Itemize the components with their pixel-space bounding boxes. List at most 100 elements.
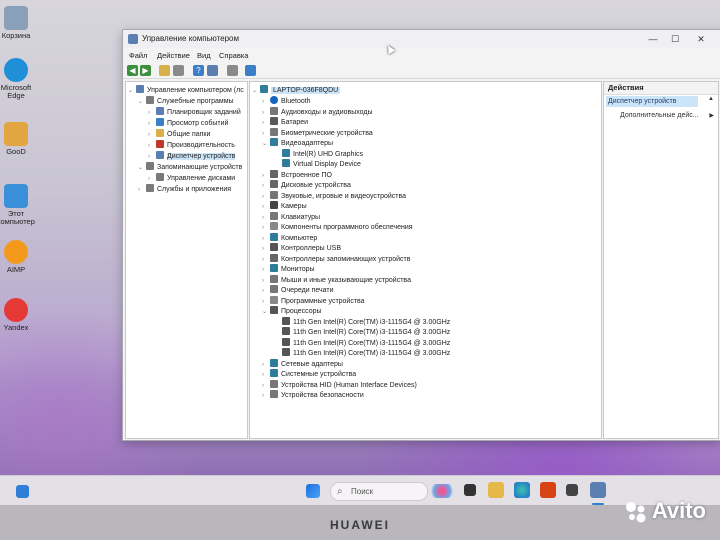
minimize-button[interactable]: —: [641, 32, 665, 46]
device-category[interactable]: › Встроенное ПО: [262, 169, 332, 181]
menu-help[interactable]: Справка: [219, 51, 248, 60]
collapse-arrow-icon[interactable]: ▲: [708, 96, 714, 102]
collapse-chevron-icon[interactable]: ⌄: [252, 86, 260, 97]
start-windows-icon[interactable]: [306, 484, 320, 498]
device-category[interactable]: › Аудиовходы и аудиовыходы: [262, 106, 373, 118]
copilot-icon[interactable]: [430, 484, 454, 498]
up-folder-icon[interactable]: [159, 65, 170, 76]
device-icon: [270, 201, 278, 209]
device-item[interactable]: 11th Gen Intel(R) Core(TM) i3-1115G4 @ 3…: [274, 327, 450, 338]
device-category[interactable]: › Компоненты программного обеспечения: [262, 222, 413, 233]
title-bar[interactable]: Управление компьютером — ☐ ✕: [123, 30, 720, 48]
device-category[interactable]: › Камеры: [262, 201, 307, 212]
back-arrow-icon[interactable]: ◀: [127, 65, 138, 76]
window-title: Управление компьютером: [142, 34, 239, 43]
widgets-icon[interactable]: [16, 485, 29, 498]
expand-chevron-icon[interactable]: ⌄: [138, 97, 146, 108]
device-category[interactable]: › Контроллеры запоминающих устройств: [262, 253, 411, 265]
device-icon: [282, 148, 290, 157]
task-view-icon[interactable]: [464, 484, 476, 496]
expand-chevron-icon[interactable]: ⌄: [138, 163, 146, 174]
submenu-arrow-icon[interactable]: ▶: [709, 112, 714, 119]
console-tree-item[interactable]: ⌄ Управление компьютером (лс: [128, 85, 244, 96]
expand-chevron-icon[interactable]: ⌄: [128, 86, 136, 97]
close-button[interactable]: ✕: [689, 32, 713, 46]
store-icon[interactable]: [540, 482, 556, 498]
device-category[interactable]: › Батареи: [262, 117, 308, 128]
forward-arrow-icon[interactable]: ▶: [140, 65, 151, 76]
console-tree-item[interactable]: › Планировщик заданий: [148, 107, 241, 118]
device-item[interactable]: 11th Gen Intel(R) Core(TM) i3-1115G4 @ 3…: [274, 316, 451, 328]
properties-icon[interactable]: [207, 65, 218, 76]
console-tree-item[interactable]: › Диспетчер устройств: [148, 151, 236, 162]
help-icon[interactable]: ?: [193, 65, 204, 76]
console-tree-item[interactable]: ⌄ Запоминающие устройств: [138, 162, 242, 173]
console-tree-item[interactable]: › Службы и приложения: [138, 184, 231, 195]
device-label: 11th Gen Intel(R) Core(TM) i3-1115G4 @ 3…: [293, 350, 451, 357]
desktop-shortcut[interactable]: GooD: [0, 122, 40, 156]
device-item[interactable]: 11th Gen Intel(R) Core(TM) i3-1115G4 @ 3…: [274, 337, 450, 349]
device-icon: [282, 337, 290, 346]
device-label: Мыши и иные указывающие устройства: [281, 276, 411, 284]
device-label: Системные устройства: [281, 371, 357, 378]
print-icon[interactable]: [227, 65, 238, 76]
computer-management-taskbar-icon[interactable]: [590, 482, 606, 498]
device-label: Устройства безопасности: [281, 392, 364, 399]
device-category[interactable]: › Клавиатуры: [262, 211, 320, 223]
console-tree-item[interactable]: › Просмотр событий: [148, 118, 228, 129]
menu-file[interactable]: Файл: [129, 51, 147, 60]
device-icon: [270, 264, 278, 272]
actions-section-device-manager[interactable]: Диспетчер устройств: [606, 96, 698, 107]
collapse-chevron-icon[interactable]: ⌄: [262, 307, 270, 318]
device-item[interactable]: 11th Gen Intel(R) Core(TM) i3-1115G4 @ 3…: [274, 348, 450, 359]
console-tree-item[interactable]: › Производительность: [148, 140, 235, 151]
device-item[interactable]: Virtual Display Device: [274, 159, 361, 170]
console-tree-item[interactable]: › Управление дисками: [148, 173, 235, 184]
expand-chevron-icon[interactable]: ›: [262, 391, 270, 402]
more-actions-link[interactable]: Дополнительные дейс...: [620, 112, 699, 119]
device-tree-root[interactable]: ⌄ LAPTOP-036F8QDU: [252, 85, 341, 97]
collapse-chevron-icon[interactable]: ⌄: [262, 139, 270, 150]
device-category[interactable]: › Сетевые адаптеры: [262, 358, 343, 370]
device-category[interactable]: ⌄ Процессоры: [262, 306, 322, 317]
device-label: 11th Gen Intel(R) Core(TM) i3-1115G4 @ 3…: [293, 318, 451, 326]
console-tree-item[interactable]: ⌄ Служебные программы: [138, 96, 234, 107]
device-category[interactable]: › Системные устройства: [262, 369, 356, 380]
device-category[interactable]: › Звуковые, игровые и видеоустройства: [262, 190, 406, 202]
device-category[interactable]: › Bluetooth: [262, 96, 311, 107]
device-category[interactable]: › Контроллеры USB: [262, 243, 341, 254]
expand-chevron-icon[interactable]: ›: [138, 185, 146, 196]
file-explorer-icon[interactable]: [488, 482, 504, 498]
menu-action[interactable]: Действие: [157, 51, 190, 60]
monitor-icon[interactable]: [245, 65, 256, 76]
desktop-shortcut[interactable]: AIMP: [0, 240, 40, 274]
desktop-shortcut[interactable]: Microsoft Edge: [0, 58, 40, 100]
device-icon: [270, 243, 278, 251]
device-label: Virtual Display Device: [293, 161, 361, 168]
maximize-button[interactable]: ☐: [663, 32, 687, 46]
device-category[interactable]: › Устройства HID (Human Interface Devices…: [262, 379, 417, 391]
desktop-shortcut[interactable]: Корзина: [0, 6, 40, 40]
device-category[interactable]: › Мониторы: [262, 264, 315, 275]
device-category[interactable]: › Биометрические устройства: [262, 127, 373, 139]
device-category[interactable]: › Программные устройства: [262, 295, 365, 307]
device-label: Дисковые устройства: [281, 182, 351, 189]
menu-view[interactable]: Вид: [197, 51, 211, 60]
device-category[interactable]: › Очереди печати: [262, 285, 334, 296]
device-category[interactable]: › Компьютер: [262, 232, 317, 244]
device-category[interactable]: ⌄ Видеоадаптеры: [262, 138, 333, 149]
good-folder-icon: [4, 122, 28, 146]
monitor-app-icon[interactable]: [566, 484, 578, 496]
edge-icon[interactable]: [514, 482, 530, 498]
device-item[interactable]: Intel(R) UHD Graphics: [274, 148, 363, 160]
device-category[interactable]: › Устройства безопасности: [262, 390, 364, 401]
device-category[interactable]: › Мыши и иные указывающие устройства: [262, 274, 411, 286]
desktop-shortcut[interactable]: Yandex: [0, 298, 40, 332]
computer-name: LAPTOP-036F8QDU: [271, 87, 341, 94]
device-category[interactable]: › Дисковые устройства: [262, 180, 351, 191]
desktop-shortcut[interactable]: Этот компьютер: [0, 184, 40, 226]
taskbar-search[interactable]: ⌕ Поиск: [330, 482, 428, 501]
event-viewer-icon: [156, 118, 164, 126]
console-tree-item[interactable]: › Общие папки: [148, 129, 210, 140]
show-hide-tree-icon[interactable]: [173, 65, 184, 76]
